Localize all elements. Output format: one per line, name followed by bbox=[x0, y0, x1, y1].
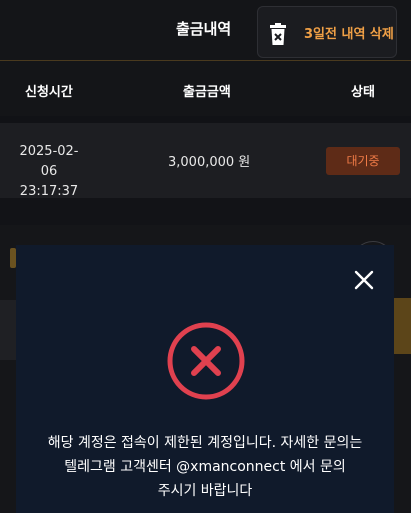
background-accent-right bbox=[393, 298, 411, 354]
column-header-request-time: 신청시간 bbox=[25, 85, 73, 100]
column-header-amount: 출금금액 bbox=[183, 85, 231, 100]
request-date: 2025-02-06 bbox=[19, 144, 79, 179]
status-badge: 대기중 bbox=[326, 147, 400, 175]
section-divider bbox=[0, 198, 411, 225]
delete-old-history-button[interactable]: 3일전 내역 삭제 bbox=[257, 6, 397, 58]
column-header-status: 상태 bbox=[351, 85, 375, 100]
modal-message-line: 주시기 바랍니다 bbox=[157, 483, 253, 499]
withdrawal-amount: 3,000,000 원 bbox=[168, 155, 251, 170]
page-title: 출금내역 bbox=[176, 20, 232, 38]
error-circle-x-icon bbox=[167, 322, 245, 400]
table-header: 신청시간 출금금액 상태 bbox=[0, 61, 411, 116]
request-datetime: 2025-02-06 23:17:37 bbox=[12, 142, 86, 202]
table-row: 2025-02-06 23:17:37 3,000,000 원 대기중 bbox=[0, 123, 411, 199]
close-icon[interactable] bbox=[353, 269, 375, 291]
delete-old-history-label: 3일전 내역 삭제 bbox=[304, 27, 394, 42]
trash-icon bbox=[270, 23, 286, 45]
modal-message-line: 텔레그램 고객센터 @xmanconnect 에서 문의 bbox=[64, 459, 346, 475]
modal-message: 해당 계정은 접속이 제한된 계정입니다. 자세한 문의는 텔레그램 고객센터 … bbox=[20, 431, 390, 503]
page-header: 출금내역 3일전 내역 삭제 bbox=[0, 0, 411, 61]
restricted-account-modal: 해당 계정은 접속이 제한된 계정입니다. 자세한 문의는 텔레그램 고객센터 … bbox=[16, 245, 394, 513]
modal-message-line: 해당 계정은 접속이 제한된 계정입니다. 자세한 문의는 bbox=[47, 435, 363, 451]
